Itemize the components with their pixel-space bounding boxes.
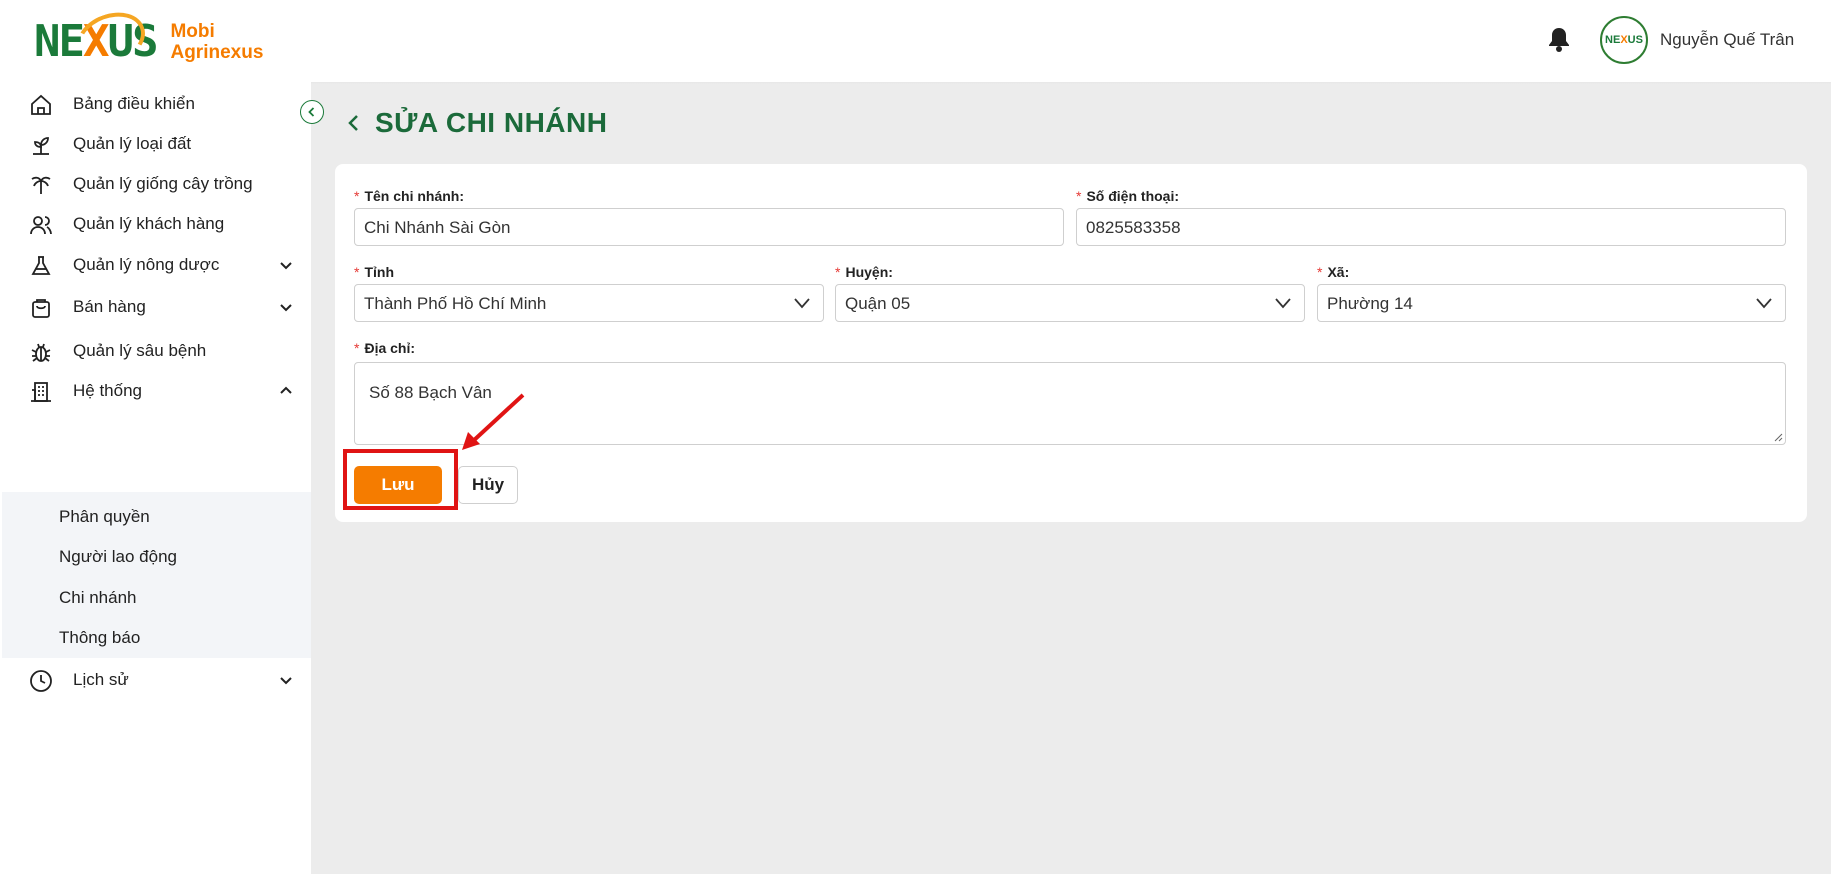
sidebar-item-system[interactable]: Hệ thống	[0, 371, 311, 411]
flask-icon	[31, 256, 51, 275]
province-label: * Tỉnh	[354, 264, 394, 280]
collapse-sidebar-button[interactable]	[300, 100, 324, 124]
page-header: SỬA CHI NHÁNH	[345, 107, 607, 139]
submenu-item-branches[interactable]: Chi nhánh	[59, 588, 137, 608]
submenu-item-workers[interactable]: Người lao động	[59, 547, 177, 567]
phone-label: * Số điện thoại:	[1076, 188, 1180, 204]
chevron-left-icon	[308, 107, 315, 117]
chevron-up-icon	[280, 386, 292, 394]
shopping-bag-icon	[32, 299, 50, 318]
resize-handle-icon[interactable]	[1773, 432, 1783, 442]
ward-select[interactable]: Phường 14	[1317, 284, 1786, 322]
ward-label: * Xã:	[1317, 264, 1350, 280]
chevron-down-icon	[280, 677, 292, 685]
sidebar-item-dashboard[interactable]: Bảng điều khiển	[0, 84, 311, 124]
annotation-arrow-icon	[462, 393, 525, 450]
sprout-icon	[33, 137, 49, 155]
logo-mark: NEXUS	[34, 3, 158, 75]
sidebar-item-history[interactable]: Lịch sử	[0, 660, 311, 700]
sidebar-item-sales[interactable]: Bán hàng	[0, 287, 311, 327]
palm-tree-icon	[31, 176, 51, 194]
sidebar-item-crop-varieties[interactable]: Quản lý giống cây trồng	[0, 164, 311, 204]
chevron-down-icon	[1756, 298, 1772, 309]
chevron-down-icon	[280, 304, 292, 312]
back-chevron-icon[interactable]	[345, 112, 363, 134]
system-submenu: Phân quyền Người lao động Chi nhánh Thôn…	[2, 492, 311, 658]
district-label: * Huyện:	[835, 264, 893, 280]
province-select[interactable]: Thành Phố Hồ Chí Minh	[354, 284, 824, 322]
clock-icon	[30, 670, 52, 692]
user-name[interactable]: Nguyễn Quế Trân	[1660, 30, 1794, 50]
chevron-down-icon	[280, 262, 292, 270]
app-logo[interactable]: NEXUS Mobi Agrinexus	[34, 3, 264, 75]
phone-input[interactable]: 0825583358	[1076, 208, 1786, 246]
bug-icon	[31, 343, 51, 362]
bell-icon[interactable]	[1548, 27, 1570, 58]
sidebar-item-customers[interactable]: Quản lý khách hàng	[0, 204, 311, 244]
users-icon	[30, 216, 52, 235]
submenu-item-notifications[interactable]: Thông báo	[59, 628, 140, 648]
branch-name-label: * Tên chi nhánh:	[354, 188, 465, 204]
submenu-item-permissions[interactable]: Phân quyền	[59, 507, 150, 527]
chevron-down-icon	[1275, 298, 1291, 309]
sidebar: Bảng điều khiển Quản lý loại đất Quản lý…	[0, 82, 311, 874]
cancel-button[interactable]: Hủy	[458, 466, 518, 504]
sidebar-item-soil-types[interactable]: Quản lý loại đất	[0, 124, 311, 164]
highlight-box	[343, 449, 458, 510]
sidebar-item-pests[interactable]: Quản lý sâu bệnh	[0, 331, 311, 371]
brand-name: Mobi Agrinexus	[170, 21, 264, 63]
avatar[interactable]: NE X US	[1600, 16, 1648, 64]
home-icon	[31, 94, 51, 115]
sidebar-item-pesticides[interactable]: Quản lý nông dược	[0, 245, 311, 285]
chevron-down-icon	[794, 298, 810, 309]
address-textarea[interactable]: Số 88 Bạch Vân	[354, 362, 1786, 445]
building-icon	[31, 382, 51, 402]
top-bar: NEXUS Mobi Agrinexus NE X US Nguyễn Quế Tr…	[0, 0, 1831, 82]
page-title: SỬA CHI NHÁNH	[375, 107, 608, 138]
branch-name-input[interactable]: Chi Nhánh Sài Gòn	[354, 208, 1064, 246]
district-select[interactable]: Quận 05	[835, 284, 1305, 322]
address-label: * Địa chỉ:	[354, 340, 416, 356]
